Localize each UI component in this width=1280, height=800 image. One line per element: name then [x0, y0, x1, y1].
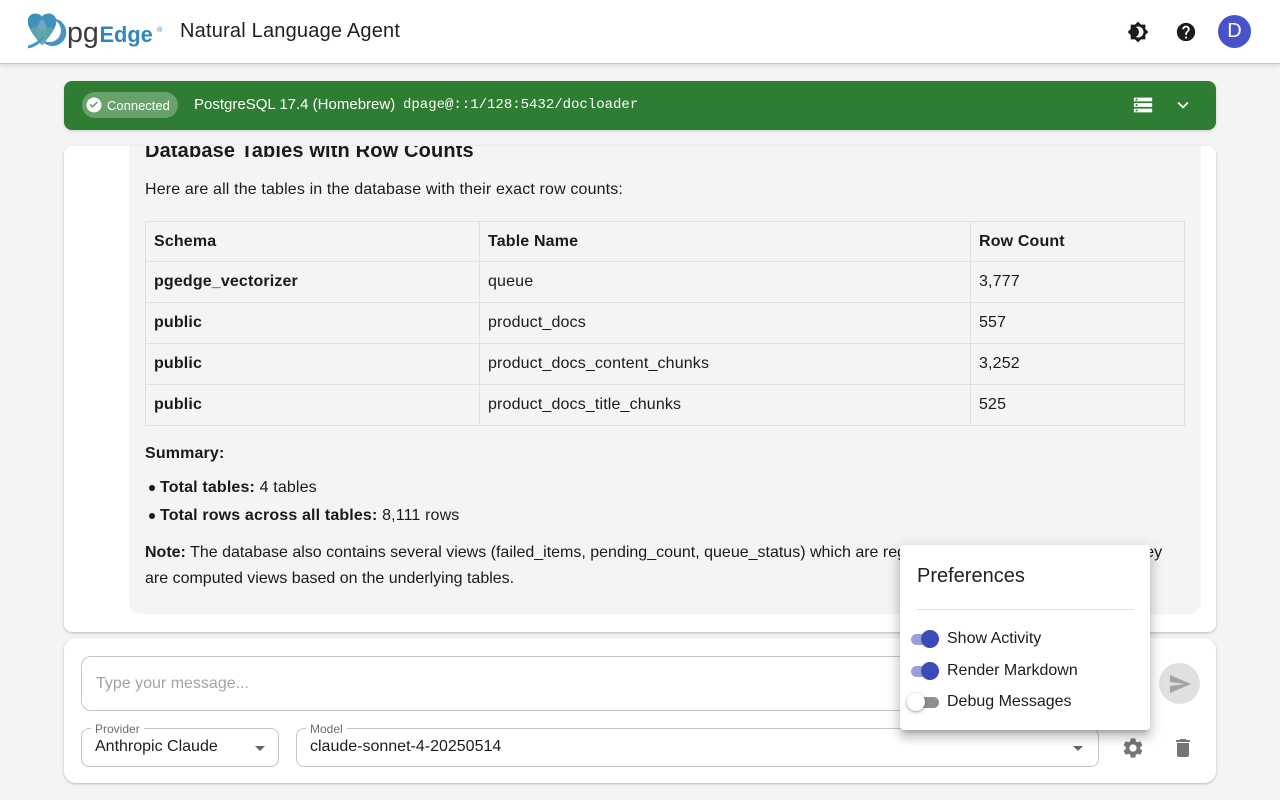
- svg-text:®: ®: [157, 25, 163, 34]
- svg-text:pg: pg: [67, 17, 99, 49]
- svg-text:Edge: Edge: [100, 22, 153, 47]
